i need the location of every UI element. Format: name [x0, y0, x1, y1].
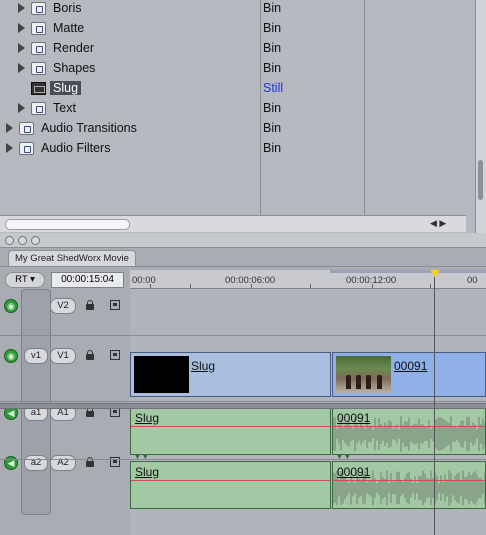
item-type: Bin: [263, 21, 282, 35]
source-v1[interactable]: v1: [24, 348, 48, 364]
close-button[interactable]: [5, 236, 14, 245]
track-label-v2[interactable]: V2: [50, 298, 76, 314]
browser-panel: Boris Bin Matte Bin Render Bin Shapes Bin Slug St…: [0, 0, 486, 233]
audio-clip-00091-a1[interactable]: 00091: [332, 407, 486, 455]
browser-row-shapes[interactable]: Shapes Bin: [0, 59, 466, 79]
vertical-scrollbar[interactable]: [475, 0, 486, 233]
disclosure-triangle-icon[interactable]: [18, 43, 25, 53]
track-area[interactable]: Slug 00091 Slug 00091 ▼▼ ▼▼ Slug 00091: [130, 289, 486, 535]
clip-thumbnail: [134, 356, 189, 393]
item-name: Boris: [53, 1, 82, 15]
item-type: Bin: [263, 1, 282, 15]
track-visibility-v2[interactable]: ◉: [4, 299, 18, 313]
rt-label: RT: [15, 274, 28, 285]
clip-name: 00091: [337, 411, 371, 425]
disclosure-triangle-icon[interactable]: [6, 123, 13, 133]
bin-icon: [19, 122, 34, 135]
video-clip-slug[interactable]: Slug: [130, 352, 331, 397]
item-type: Bin: [263, 41, 282, 55]
video-clip-00091[interactable]: 00091: [332, 352, 486, 397]
disclosure-triangle-icon[interactable]: [18, 3, 25, 13]
track-separator: [0, 459, 486, 460]
volume-line[interactable]: [131, 426, 330, 427]
scroll-thumb[interactable]: [5, 219, 130, 230]
tab-divider: [0, 266, 486, 267]
video-audio-divider[interactable]: [0, 403, 486, 409]
clip-name: Slug: [135, 411, 160, 425]
item-name: Shapes: [53, 61, 96, 75]
volume-line[interactable]: [131, 480, 330, 481]
track-label-a2[interactable]: A2: [50, 455, 76, 471]
browser-row-slug[interactable]: Slug Still: [0, 79, 466, 99]
item-type: Still: [263, 81, 284, 95]
disclosure-triangle-icon[interactable]: [6, 143, 13, 153]
lock-icon[interactable]: [86, 350, 94, 360]
audio-clip-00091-a2[interactable]: 00091: [332, 461, 486, 509]
browser-row-render[interactable]: Render Bin: [0, 39, 466, 59]
browser-row-boris[interactable]: Boris Bin: [0, 0, 466, 19]
clip-thumbnail: [336, 356, 391, 393]
horizontal-scrollbar[interactable]: ◀ ▶: [0, 215, 466, 232]
item-type: Bin: [263, 141, 282, 155]
tab-sequence[interactable]: My Great ShedWorx Movie: [8, 250, 136, 267]
source-a2[interactable]: a2: [24, 455, 48, 471]
volume-line[interactable]: [333, 480, 485, 481]
ruler-label: 00:00: [132, 275, 156, 286]
item-name: Audio Filters: [41, 141, 111, 155]
clip-name: 00091: [394, 359, 428, 373]
disclosure-triangle-icon[interactable]: [18, 23, 25, 33]
item-name: Slug: [50, 81, 82, 95]
bin-icon: [31, 42, 46, 55]
still-clip-icon: [31, 82, 46, 95]
bin-icon: [31, 2, 46, 15]
item-name: Render: [53, 41, 94, 55]
playhead-line[interactable]: [434, 277, 435, 535]
item-name: Audio Transitions: [41, 121, 137, 135]
zoom-button[interactable]: [31, 236, 40, 245]
auto-select-icon[interactable]: [110, 300, 120, 310]
item-name: Matte: [53, 21, 85, 35]
scroll-thumb[interactable]: [478, 160, 483, 200]
bin-icon: [19, 142, 34, 155]
bin-icon: [31, 62, 46, 75]
disclosure-triangle-icon[interactable]: [18, 63, 25, 73]
track-separator: [0, 335, 486, 336]
clip-name: 00091: [337, 465, 371, 479]
clip-name: Slug: [135, 465, 160, 479]
browser-row-audio-filters[interactable]: Audio Filters Bin: [0, 139, 466, 159]
source-patch-column: [21, 289, 51, 515]
item-name: Text: [53, 101, 76, 115]
window-titlebar: [0, 233, 486, 248]
ruler-label: 00: [467, 275, 478, 286]
volume-line[interactable]: [333, 426, 485, 427]
audio-clip-slug-a1[interactable]: Slug: [130, 407, 331, 455]
track-separator: [0, 401, 486, 402]
render-bar: [330, 270, 486, 273]
browser-row-text[interactable]: Text Bin: [0, 99, 466, 119]
item-type: Bin: [263, 101, 282, 115]
scroll-arrows[interactable]: ◀ ▶: [430, 218, 460, 230]
auto-select-icon[interactable]: [110, 350, 120, 360]
item-type: Bin: [263, 61, 282, 75]
bin-icon: [31, 102, 46, 115]
timeline-window: My Great ShedWorx Movie RT ▾ 00:00:15:04…: [0, 233, 486, 535]
item-type: Bin: [263, 121, 282, 135]
clip-name: Slug: [191, 359, 216, 373]
audio-clip-slug-a2[interactable]: Slug: [130, 461, 331, 509]
playhead-handle[interactable]: [430, 270, 440, 277]
lock-icon[interactable]: [86, 300, 94, 310]
browser-row-matte[interactable]: Matte Bin: [0, 19, 466, 39]
rt-menu-button[interactable]: RT ▾: [5, 272, 45, 288]
disclosure-triangle-icon[interactable]: [18, 103, 25, 113]
timecode-field[interactable]: 00:00:15:04: [51, 272, 124, 288]
bin-icon: [31, 22, 46, 35]
track-headers: ◉ V2 ◉ v1 V1 ◀ a1 A1 ◀ a2 A2: [0, 289, 128, 535]
track-label-v1[interactable]: V1: [50, 348, 76, 364]
browser-row-audio-transitions[interactable]: Audio Transitions Bin: [0, 119, 466, 139]
minimize-button[interactable]: [18, 236, 27, 245]
track-visibility-v1[interactable]: ◉: [4, 349, 18, 363]
